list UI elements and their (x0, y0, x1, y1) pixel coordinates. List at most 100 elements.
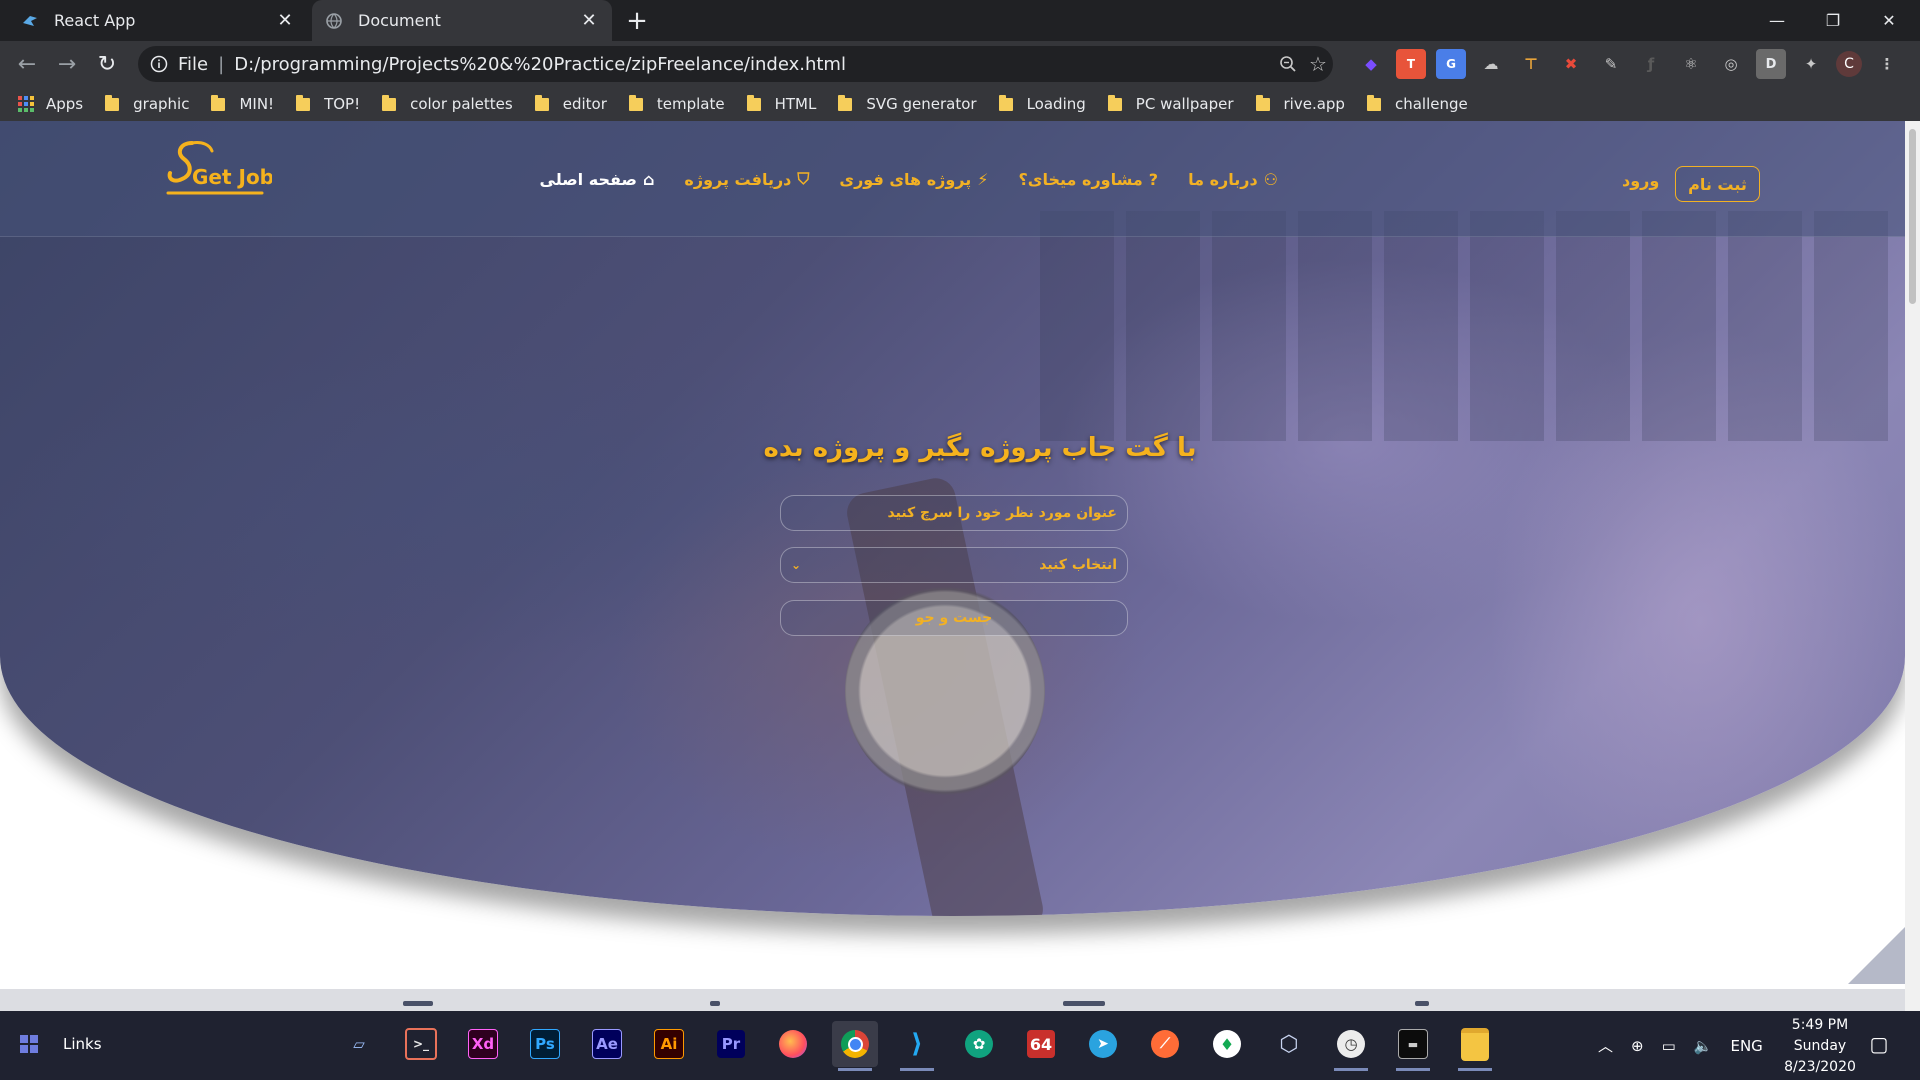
bookmark-folder[interactable]: TOP! (296, 94, 360, 113)
menu-dots-icon[interactable]: ⋮ (1872, 49, 1902, 79)
extension-cloud-icon[interactable]: ☁ (1476, 49, 1506, 79)
info-icon[interactable] (148, 53, 170, 75)
extension-pin-icon[interactable]: ⊤ (1516, 49, 1546, 79)
chrome-icon[interactable] (832, 1021, 878, 1071)
search-button[interactable]: جست و جو (780, 600, 1128, 636)
extension-gem-icon[interactable]: ◆ (1356, 49, 1386, 79)
search-input[interactable]: عنوان مورد نظر خود را سرچ کنید (780, 495, 1128, 531)
premiere-icon[interactable]: Pr (708, 1021, 754, 1067)
postman-icon[interactable]: ⟋ (1142, 1021, 1188, 1067)
zoom-icon[interactable] (1273, 49, 1303, 79)
folder-icon (998, 94, 1013, 111)
volume-icon[interactable]: 🔈 (1694, 1037, 1713, 1055)
extension-eyedropper-icon[interactable]: ✎ (1596, 49, 1626, 79)
bookmark-folder[interactable]: SVG generator (838, 94, 977, 113)
signup-button[interactable]: ثبت نام (1675, 166, 1760, 202)
forward-arrow-icon[interactable]: → (52, 49, 82, 79)
get-job-logo[interactable]: Get Job (162, 133, 274, 203)
app-64-icon[interactable]: 64 (1018, 1021, 1064, 1067)
bookmark-folder[interactable]: challenge (1366, 94, 1468, 113)
start-icon[interactable] (20, 1035, 38, 1053)
nav-consulting[interactable]: ? مشاوره میخای؟ (1019, 169, 1159, 189)
back-arrow-icon[interactable]: ← (12, 49, 42, 79)
extension-ta-icon[interactable]: T (1396, 49, 1426, 79)
system-clock[interactable]: 5:49 PM Sunday 8/23/2020 (1760, 1015, 1880, 1078)
laptop-icon[interactable]: ▱ (336, 1021, 382, 1067)
tab-document[interactable]: Document ✕ (312, 0, 612, 41)
terminal-icon[interactable]: >_ (398, 1021, 444, 1067)
after-effects-icon[interactable]: Ae (584, 1021, 630, 1067)
chevron-up-icon[interactable]: ︿ (1598, 1035, 1613, 1056)
firefox-icon[interactable] (770, 1021, 816, 1067)
bookmark-folder[interactable]: color palettes (382, 94, 513, 113)
puzzle-icon[interactable]: ✦ (1796, 49, 1826, 79)
logo-text: Get Job (192, 165, 272, 189)
nav-about[interactable]: ⚇ درباره ما (1188, 169, 1278, 189)
extension-d-icon[interactable]: D (1756, 49, 1786, 79)
bookmark-label: MIN! (239, 95, 275, 113)
reload-icon[interactable]: ↻ (92, 49, 122, 79)
extension-x-icon[interactable]: ✖ (1556, 49, 1586, 79)
vscode-icon[interactable]: ⟩ (894, 1021, 940, 1071)
nav-home[interactable]: ⌂ صفحه اصلی (540, 169, 655, 189)
extension-target-icon[interactable]: ◎ (1716, 49, 1746, 79)
nav-urgent-projects[interactable]: ⚡ پروژه های فوری (839, 169, 988, 189)
clock-time: 5:49 PM (1791, 1017, 1849, 1033)
bookmark-label: Apps (46, 95, 84, 113)
illustrator-icon[interactable]: Ai (646, 1021, 692, 1067)
nav-get-project[interactable]: ⛉ دریافت پروژه (684, 169, 809, 189)
scrollbar-thumb[interactable] (1909, 129, 1916, 304)
address-bar[interactable]: File | D:/programming/Projects%20&%20Pra… (138, 46, 1333, 82)
close-icon[interactable]: ✕ (274, 10, 296, 32)
close-icon[interactable]: ✕ (578, 10, 600, 32)
language-indicator[interactable]: ENG (1730, 1037, 1762, 1055)
react-devtools-icon[interactable]: ⚛ (1676, 49, 1706, 79)
notification-icon[interactable]: ▢ (1866, 1031, 1892, 1057)
console-icon[interactable]: ▬ (1390, 1021, 1436, 1071)
bookmark-apps[interactable]: Apps (18, 95, 83, 113)
folder-icon (296, 94, 311, 111)
url-text[interactable]: D:/programming/Projects%20&%20Practice/z… (234, 54, 1273, 75)
chatgpt-icon[interactable]: ✿ (956, 1021, 1002, 1067)
network-globe-icon[interactable]: ⊕ (1631, 1037, 1644, 1055)
users-icon: ⚇ (1263, 169, 1278, 189)
login-link[interactable]: ورود (1622, 171, 1659, 190)
restore-icon[interactable]: ❐ (1805, 0, 1861, 41)
bookmark-star-icon[interactable]: ☆ (1303, 49, 1333, 79)
clock-app-icon[interactable]: ◷ (1328, 1021, 1374, 1071)
corner-decoration (1848, 927, 1905, 984)
bookmark-folder[interactable]: editor (534, 94, 607, 113)
new-tab-button[interactable]: + (622, 6, 652, 36)
profile-avatar[interactable]: C (1836, 51, 1862, 77)
links-toolbar[interactable]: Links (63, 1035, 102, 1053)
close-window-icon[interactable]: ✕ (1861, 0, 1917, 41)
xd-icon[interactable]: Xd (460, 1021, 506, 1067)
bookmark-label: SVG generator (866, 95, 977, 113)
extensions-row: ◆ T G ☁ ⊤ ✖ ✎ ƒ ⚛ ◎ D ✦ C ⋮ (1356, 49, 1902, 79)
bookmark-folder[interactable]: HTML (746, 94, 816, 113)
bookmark-label: graphic (133, 95, 190, 113)
bookmark-label: editor (562, 95, 607, 113)
photoshop-icon[interactable]: Ps (522, 1021, 568, 1067)
telegram-icon[interactable]: ➤ (1080, 1021, 1126, 1067)
translate-icon[interactable]: G (1436, 49, 1466, 79)
bookmark-folder[interactable]: Loading (998, 94, 1086, 113)
bookmark-folder[interactable]: PC wallpaper (1107, 94, 1234, 113)
bookmark-folder[interactable]: MIN! (211, 94, 275, 113)
folder-icon[interactable] (1452, 1021, 1498, 1071)
leaf-icon[interactable]: ♦ (1204, 1021, 1250, 1067)
bookmark-folder[interactable]: rive.app (1255, 94, 1345, 113)
battery-icon[interactable]: ▭ (1662, 1037, 1676, 1055)
cube-icon[interactable]: ⬡ (1266, 1021, 1312, 1067)
bookmark-folder[interactable]: graphic (105, 94, 190, 113)
url-scheme: File (178, 53, 209, 75)
shield-icon: ⛉ (797, 169, 810, 188)
tab-react-app[interactable]: React App ✕ (8, 0, 308, 41)
minimize-icon[interactable]: — (1749, 0, 1805, 41)
category-select[interactable]: انتخاب کنید ⌄ (780, 547, 1128, 583)
extension-fp-icon[interactable]: ƒ (1636, 49, 1666, 79)
nav-label: دریافت پروژه (684, 169, 792, 189)
clock-date: 8/23/2020 (1784, 1059, 1856, 1075)
page-scrollbar[interactable] (1905, 121, 1920, 1011)
bookmark-folder[interactable]: template (628, 94, 725, 113)
